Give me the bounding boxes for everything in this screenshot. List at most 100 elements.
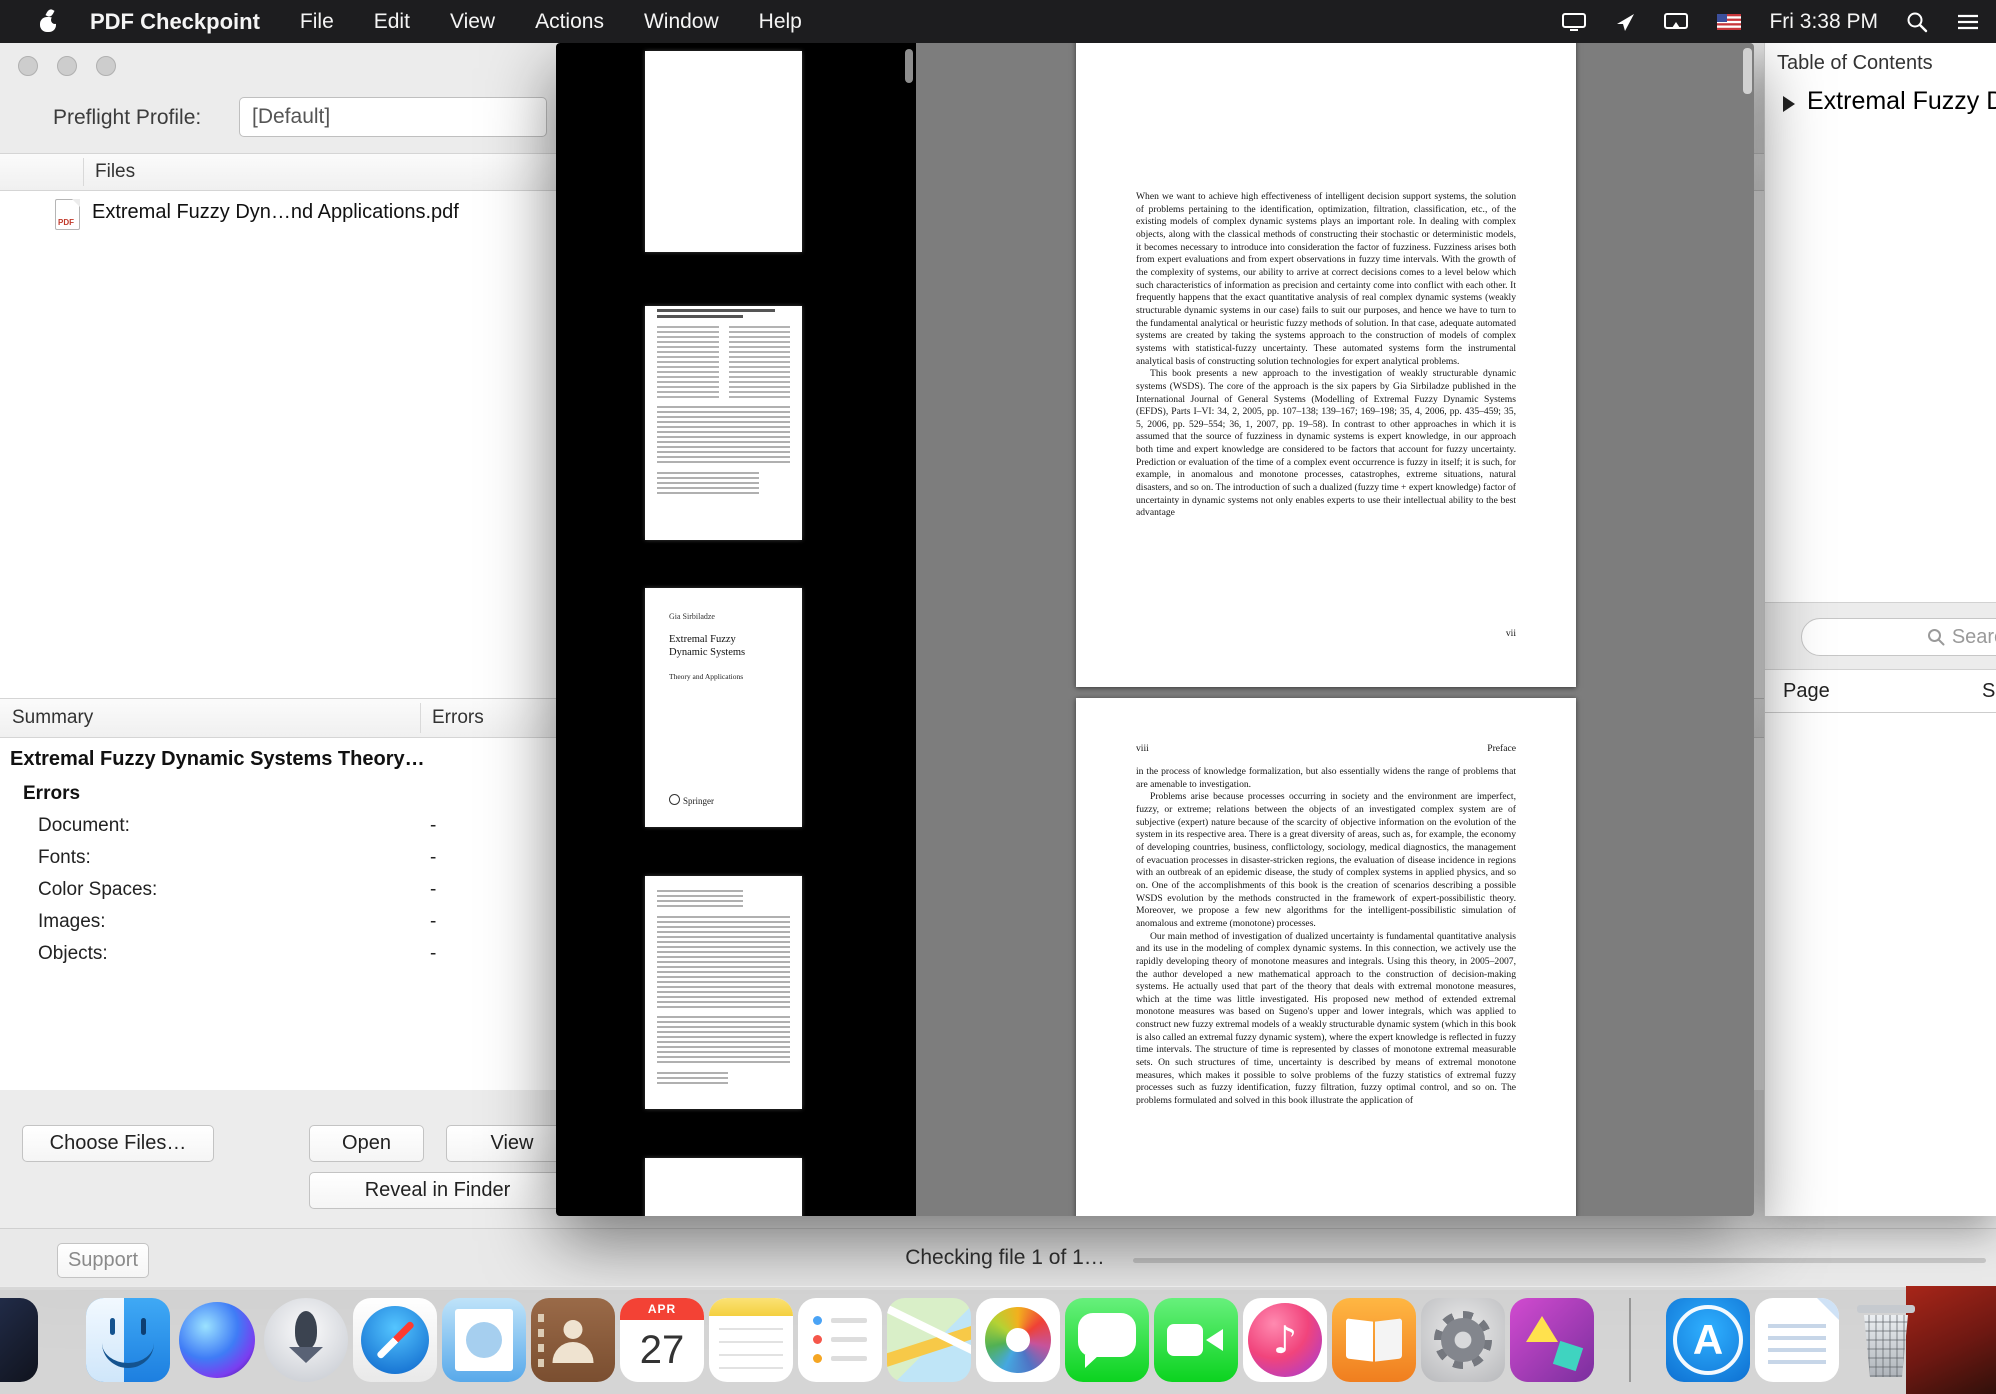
- input-source-flag-icon[interactable]: [1717, 14, 1741, 30]
- toc-item-label: Extremal Fuzzy D: [1807, 87, 1996, 116]
- dock-item-documents[interactable]: [1755, 1298, 1839, 1382]
- page-thumbnail-3[interactable]: Gia Sirbiladze Extremal Fuzzy Dynamic Sy…: [645, 588, 802, 827]
- reveal-in-finder-button[interactable]: Reveal in Finder: [309, 1172, 566, 1209]
- dock-item-reminders[interactable]: [798, 1298, 882, 1382]
- menu-bar-left: PDF Checkpoint File Edit View Actions Wi…: [0, 9, 802, 35]
- thumb-author: Gia Sirbiladze: [669, 612, 715, 621]
- menu-view[interactable]: View: [450, 10, 495, 34]
- page-thumbnail-1[interactable]: [645, 51, 802, 252]
- errors-section-label: Errors: [23, 783, 80, 805]
- notification-center-icon[interactable]: [1956, 12, 1980, 32]
- error-value: -: [430, 847, 436, 869]
- page-header-left: viii: [1136, 743, 1149, 754]
- dock-item-calendar[interactable]: APR 27: [620, 1298, 704, 1382]
- summary-document-title: Extremal Fuzzy Dynamic Systems Theory…: [10, 748, 425, 771]
- dock-item-safari[interactable]: [353, 1298, 437, 1382]
- error-value: -: [430, 911, 436, 933]
- dock-item-maps[interactable]: [887, 1298, 971, 1382]
- app-menu-title[interactable]: PDF Checkpoint: [90, 9, 260, 35]
- error-row: Objects: -: [0, 943, 470, 971]
- summary-column-header: Summary: [12, 707, 93, 729]
- dock-item-hidden-app[interactable]: [0, 1298, 38, 1382]
- table-of-contents-drawer: Table of Contents Extremal Fuzzy D Searc…: [1764, 43, 1996, 1216]
- file-name: Extremal Fuzzy Dyn…nd Applications.pdf: [92, 201, 459, 224]
- close-button[interactable]: [18, 56, 38, 76]
- content-scrollbar[interactable]: [1743, 48, 1752, 94]
- dock-item-mail[interactable]: [442, 1298, 526, 1382]
- toc-search-field[interactable]: Search: [1801, 618, 1996, 656]
- page-column-header: Page: [1783, 680, 1830, 703]
- page-paragraph: Our main method of investigation of dual…: [1136, 931, 1516, 1108]
- sidebar-scrollbar[interactable]: [905, 49, 913, 83]
- dock-item-trash[interactable]: [1844, 1298, 1928, 1382]
- menu-actions[interactable]: Actions: [535, 10, 604, 34]
- page-paragraph: Problems arise because processes occurri…: [1136, 791, 1516, 930]
- viewer-content-area: When we want to achieve high effectivene…: [916, 43, 1754, 1216]
- disclosure-triangle-icon[interactable]: [1783, 96, 1795, 112]
- error-row: Fonts: -: [0, 847, 470, 875]
- window-controls: [18, 56, 116, 76]
- dock-item-system-preferences[interactable]: [1421, 1298, 1505, 1382]
- errors-column-header: Errors: [432, 707, 484, 729]
- pdf-viewer-window: Gia Sirbiladze Extremal Fuzzy Dynamic Sy…: [556, 43, 1754, 1216]
- error-label: Fonts:: [38, 847, 91, 869]
- error-row: Images: -: [0, 911, 470, 939]
- location-arrow-icon[interactable]: [1615, 12, 1635, 32]
- calendar-month: APR: [620, 1298, 704, 1320]
- dock-item-itunes[interactable]: ♪: [1243, 1298, 1327, 1382]
- dock-icons: APR 27 ♪ A: [0, 1298, 1928, 1382]
- dock-item-launchpad[interactable]: [264, 1298, 348, 1382]
- error-row: Document: -: [0, 815, 470, 843]
- menu-window[interactable]: Window: [644, 10, 719, 34]
- dock-item-ibooks[interactable]: [1332, 1298, 1416, 1382]
- error-row: Color Spaces: -: [0, 879, 470, 907]
- dock-item-contacts[interactable]: [531, 1298, 615, 1382]
- search-placeholder: Search: [1952, 626, 1996, 649]
- page-number: vii: [1506, 628, 1516, 639]
- page-thumbnail-4[interactable]: [645, 876, 802, 1109]
- dock-item-finder[interactable]: [86, 1298, 170, 1382]
- dock-item-app-store[interactable]: A: [1666, 1298, 1750, 1382]
- error-value: -: [430, 943, 436, 965]
- menu-bar-clock[interactable]: Fri 3:38 PM: [1769, 10, 1878, 34]
- toc-item[interactable]: Extremal Fuzzy D: [1765, 87, 1996, 125]
- toc-title: Table of Contents: [1777, 52, 1933, 75]
- menu-file[interactable]: File: [300, 10, 334, 34]
- spotlight-search-icon[interactable]: [1906, 11, 1928, 33]
- thumb-title: Extremal Fuzzy Dynamic Systems: [669, 633, 765, 659]
- dock-item-siri[interactable]: [175, 1298, 259, 1382]
- calendar-day: 27: [620, 1320, 704, 1380]
- progress-bar: [1133, 1258, 1986, 1263]
- column-separator: [420, 703, 421, 733]
- menu-help[interactable]: Help: [759, 10, 802, 34]
- dock-item-photos[interactable]: [976, 1298, 1060, 1382]
- dock-item-facetime[interactable]: [1154, 1298, 1238, 1382]
- dock-item-pdf-checkpoint[interactable]: [1510, 1298, 1594, 1382]
- page-thumbnail-5[interactable]: [645, 1158, 802, 1216]
- menu-bar-status-items: Fri 3:38 PM: [1561, 10, 1996, 34]
- dock-item-messages[interactable]: [1065, 1298, 1149, 1382]
- zoom-button[interactable]: [96, 56, 116, 76]
- error-value: -: [430, 815, 436, 837]
- display-status-icon[interactable]: [1561, 11, 1587, 33]
- error-label: Color Spaces:: [38, 879, 157, 901]
- page-header-right: Preface: [1487, 743, 1516, 754]
- search-icon: [1927, 628, 1945, 646]
- results-column-header: S: [1982, 680, 1995, 703]
- search-strip: Search: [1765, 602, 1996, 670]
- page-paragraph: This book presents a new approach to the…: [1136, 368, 1516, 520]
- support-button[interactable]: Support: [57, 1243, 149, 1278]
- choose-files-button[interactable]: Choose Files…: [22, 1125, 214, 1162]
- screen: PDF Checkpoint File Edit View Actions Wi…: [0, 0, 1996, 1394]
- minimize-button[interactable]: [57, 56, 77, 76]
- preflight-profile-select[interactable]: [Default]: [239, 97, 547, 137]
- screen-mirroring-icon[interactable]: [1663, 11, 1689, 33]
- page-paragraph: in the process of knowledge formalizatio…: [1136, 766, 1516, 791]
- dock-item-notes[interactable]: [709, 1298, 793, 1382]
- apple-menu-icon[interactable]: [40, 12, 56, 32]
- menu-edit[interactable]: Edit: [374, 10, 410, 34]
- menu-bar: PDF Checkpoint File Edit View Actions Wi…: [0, 0, 1996, 43]
- open-button[interactable]: Open: [309, 1125, 424, 1162]
- page-thumbnail-2[interactable]: [645, 306, 802, 540]
- thumbnail-sidebar: Gia Sirbiladze Extremal Fuzzy Dynamic Sy…: [556, 43, 916, 1216]
